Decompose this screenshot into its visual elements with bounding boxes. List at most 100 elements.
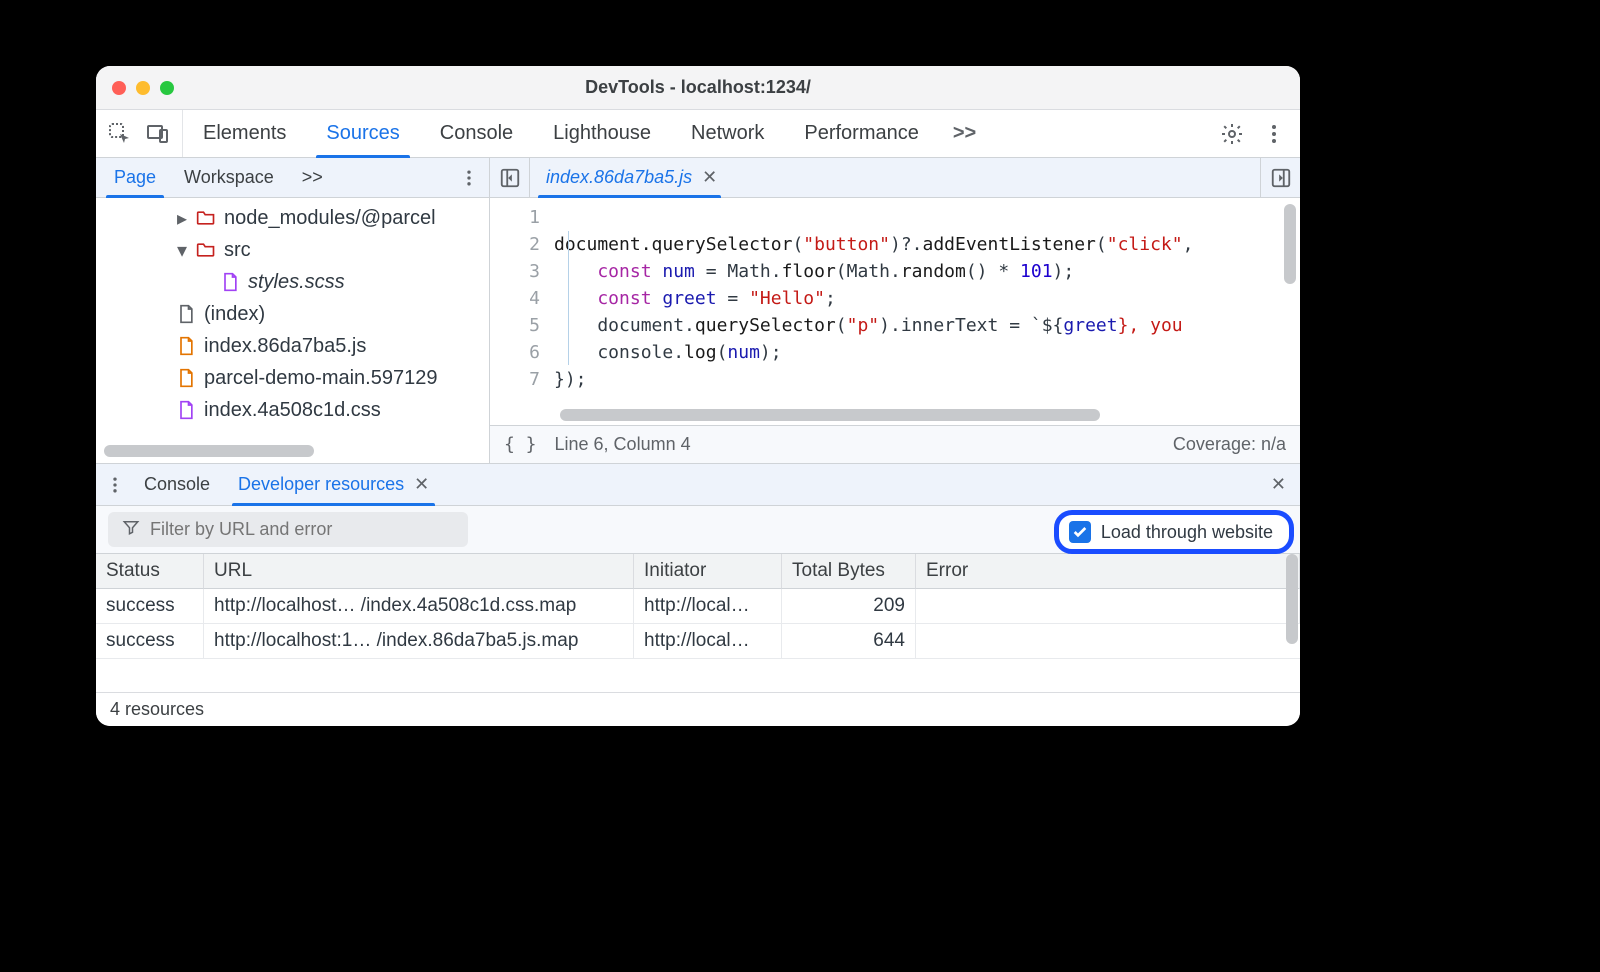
filter-icon (122, 518, 140, 541)
tree-label: index.4a508c1d.css (204, 399, 381, 422)
tree-file-index-css[interactable]: index.4a508c1d.css (96, 394, 489, 426)
more-vert-icon[interactable] (1262, 122, 1286, 146)
pretty-print-icon[interactable]: { } (504, 434, 537, 455)
folder-icon (196, 208, 216, 228)
col-total-bytes[interactable]: Total Bytes (782, 554, 916, 589)
drawer-toolbar: Load through website (96, 506, 1300, 554)
cell-error[interactable] (916, 589, 1300, 624)
tab-lighthouse-label: Lighthouse (553, 122, 651, 145)
drawer-tab-console[interactable]: Console (130, 464, 224, 505)
tree-file-index-js[interactable]: index.86da7ba5.js (96, 330, 489, 362)
tree-label: src (224, 239, 251, 262)
indent-guide (568, 231, 569, 365)
navigator-tab-workspace[interactable]: Workspace (170, 158, 288, 197)
tab-elements-label: Elements (203, 122, 286, 145)
tab-console[interactable]: Console (420, 110, 533, 157)
tab-elements[interactable]: Elements (183, 110, 306, 157)
load-through-website-control[interactable]: Load through website (1054, 510, 1294, 554)
tab-sources[interactable]: Sources (306, 110, 419, 157)
tree-label: node_modules/@parcel (224, 207, 436, 230)
editor-tabstrip: index.86da7ba5.js ✕ (490, 158, 1300, 198)
filter-input[interactable] (150, 519, 454, 540)
tree-label: styles.scss (248, 271, 345, 294)
drawer-panel: Console Developer resources ✕ ✕ Load thr… (96, 464, 1300, 726)
line-gutter: 1234567 (490, 198, 554, 425)
tabs-overflow-button[interactable]: >> (939, 110, 990, 157)
close-tab-icon[interactable]: ✕ (702, 167, 717, 188)
load-through-website-label: Load through website (1101, 522, 1273, 543)
col-initiator[interactable]: Initiator (634, 554, 782, 589)
cursor-position: Line 6, Column 4 (555, 434, 691, 455)
close-tab-icon[interactable]: ✕ (414, 474, 429, 495)
coverage-status: Coverage: n/a (1173, 434, 1286, 455)
editor-tab-index-js[interactable]: index.86da7ba5.js ✕ (530, 158, 729, 197)
filter-box[interactable] (108, 512, 468, 547)
file-tree: ▸ node_modules/@parcel ▾ src styles.scss (96, 198, 489, 463)
file-icon (220, 272, 240, 292)
caret-right-icon: ▸ (176, 206, 188, 231)
cell-total-bytes[interactable]: 644 (782, 624, 916, 659)
tree-folder-src[interactable]: ▾ src (96, 234, 489, 266)
zoom-window-button[interactable] (160, 81, 174, 95)
tree-file-index[interactable]: (index) (96, 298, 489, 330)
editor-statusbar: { } Line 6, Column 4 Coverage: n/a (490, 425, 1300, 463)
device-toolbar-icon[interactable] (146, 122, 170, 146)
navigator-tabs: Page Workspace >> (96, 158, 489, 198)
tree-file-parcel-demo[interactable]: parcel-demo-main.597129 (96, 362, 489, 394)
navigator-tabs-overflow[interactable]: >> (288, 158, 337, 197)
code-content[interactable]: document.querySelector("button")?.addEve… (554, 198, 1300, 425)
sources-navigator-sidebar: Page Workspace >> ▸ node_modules/@parcel… (96, 158, 490, 463)
cell-status[interactable]: success (96, 624, 204, 659)
resources-table: Status URL Initiator Total Bytes Error s… (96, 554, 1300, 659)
source-editor: index.86da7ba5.js ✕ 1234567 document.que… (490, 158, 1300, 463)
tab-console-label: Console (440, 122, 513, 145)
cell-error[interactable] (916, 624, 1300, 659)
cell-initiator[interactable]: http://local… (634, 589, 782, 624)
folder-icon (196, 240, 216, 260)
devtools-window: DevTools - localhost:1234/ Elements Sour… (96, 66, 1300, 726)
sidebar-hscrollbar[interactable] (104, 445, 314, 457)
code-area[interactable]: 1234567 document.querySelector("button")… (490, 198, 1300, 425)
col-url[interactable]: URL (204, 554, 634, 589)
drawer-menu-icon[interactable] (100, 475, 130, 495)
inspect-element-icon[interactable] (108, 122, 132, 146)
file-icon (176, 304, 196, 324)
editor-hscrollbar[interactable] (560, 409, 1100, 421)
editor-vscrollbar[interactable] (1284, 204, 1296, 284)
drawer-tab-developer-resources[interactable]: Developer resources ✕ (224, 464, 443, 505)
tab-sources-label: Sources (326, 122, 399, 145)
navigator-more-icon[interactable] (459, 168, 489, 188)
drawer-vscrollbar[interactable] (1286, 554, 1298, 644)
checkbox-checked-icon[interactable] (1069, 521, 1091, 543)
cell-initiator[interactable]: http://local… (634, 624, 782, 659)
editor-tab-label: index.86da7ba5.js (546, 167, 692, 188)
toggle-navigator-icon[interactable] (490, 158, 530, 197)
close-window-button[interactable] (112, 81, 126, 95)
cell-total-bytes[interactable]: 209 (782, 589, 916, 624)
tab-performance[interactable]: Performance (784, 110, 939, 157)
cell-url[interactable]: http://localhost… /index.4a508c1d.css.ma… (204, 589, 634, 624)
mac-traffic-lights (96, 81, 174, 95)
minimize-window-button[interactable] (136, 81, 150, 95)
cell-url[interactable]: http://localhost:1… /index.86da7ba5.js.m… (204, 624, 634, 659)
drawer-statusbar: 4 resources (96, 692, 1300, 726)
main-tabstrip: Elements Sources Console Lighthouse Netw… (96, 110, 1300, 158)
col-error[interactable]: Error (916, 554, 1300, 589)
tree-file-styles-scss[interactable]: styles.scss (96, 266, 489, 298)
drawer-tabstrip: Console Developer resources ✕ ✕ (96, 464, 1300, 506)
file-icon (176, 336, 196, 356)
toggle-debugger-icon[interactable] (1260, 158, 1300, 197)
tab-network-label: Network (691, 122, 764, 145)
settings-gear-icon[interactable] (1220, 122, 1244, 146)
tab-lighthouse[interactable]: Lighthouse (533, 110, 671, 157)
resource-count: 4 resources (110, 699, 204, 720)
tab-network[interactable]: Network (671, 110, 784, 157)
cell-status[interactable]: success (96, 589, 204, 624)
tree-folder-node-modules[interactable]: ▸ node_modules/@parcel (96, 202, 489, 234)
navigator-tab-page[interactable]: Page (100, 158, 170, 197)
tree-label: (index) (204, 303, 265, 326)
drawer-close-icon[interactable]: ✕ (1271, 474, 1300, 495)
tab-performance-label: Performance (804, 122, 919, 145)
col-status[interactable]: Status (96, 554, 204, 589)
window-title: DevTools - localhost:1234/ (96, 77, 1300, 98)
